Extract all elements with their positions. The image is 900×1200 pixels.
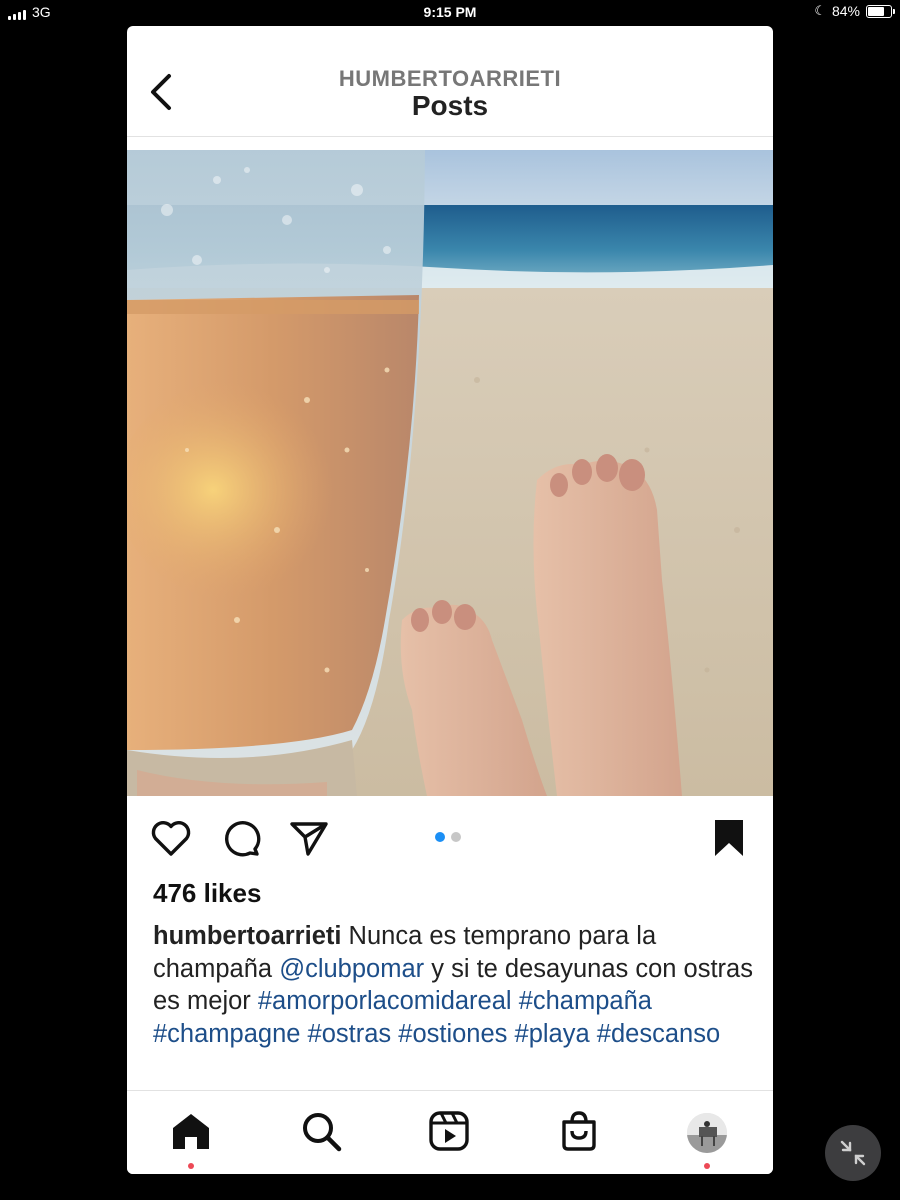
post-actions (127, 798, 773, 874)
hashtag[interactable]: #descanso (597, 1020, 720, 1048)
hashtag[interactable]: #champagne (153, 1020, 300, 1048)
like-button[interactable] (149, 816, 193, 860)
hashtag[interactable]: #playa (515, 1020, 590, 1048)
tab-reels[interactable] (427, 1109, 471, 1153)
profile-avatar (687, 1113, 727, 1153)
profile-notification-dot (704, 1163, 710, 1169)
beach-champagne-photo (127, 150, 773, 796)
moon-icon: ☾ (814, 3, 826, 18)
header-username[interactable]: HUMBERTOARRIETI (127, 66, 773, 92)
carousel-indicator (435, 832, 461, 842)
tab-shop[interactable] (557, 1109, 601, 1153)
post-header: HUMBERTOARRIETI Posts (127, 26, 773, 137)
tab-profile-avatar[interactable] (687, 1113, 727, 1153)
heart-icon (151, 821, 191, 856)
send-icon (290, 822, 328, 856)
carousel-dot (451, 832, 461, 842)
bottom-tab-bar (127, 1090, 773, 1174)
app-window: HUMBERTOARRIETI Posts 476 likes humberto… (127, 26, 773, 1174)
caption-username[interactable]: humbertoarrieti (153, 922, 341, 950)
hashtag[interactable]: #champaña (519, 987, 652, 1015)
post-photo[interactable] (127, 150, 773, 796)
home-icon (173, 1114, 209, 1149)
battery-icon (866, 4, 895, 18)
likes-count[interactable]: 476 likes (153, 878, 261, 909)
caption-mention[interactable]: @clubpomar (279, 955, 424, 983)
tab-search[interactable] (299, 1109, 343, 1153)
reels-icon (429, 1111, 469, 1151)
minimize-button[interactable] (825, 1125, 881, 1181)
post-caption: humbertoarrieti Nunca es temprano para l… (153, 920, 753, 1050)
carousel-dot (435, 832, 445, 842)
clock: 9:15 PM (423, 4, 477, 20)
status-bar: 3G 9:15 PM ☾ 84% (0, 0, 900, 24)
home-notification-dot (188, 1163, 194, 1169)
battery-percent: 84% (831, 3, 860, 19)
hashtag[interactable]: #ostiones (398, 1020, 507, 1048)
save-button[interactable] (707, 816, 751, 860)
tab-home[interactable] (169, 1109, 213, 1153)
page-title: Posts (411, 90, 489, 121)
hashtag[interactable]: #amorporlacomidareal (258, 987, 512, 1015)
status-right: ☾ 84% (814, 3, 895, 19)
share-button[interactable] (287, 816, 331, 860)
shop-icon (562, 1111, 596, 1151)
comment-button[interactable] (219, 816, 263, 860)
comment-icon (225, 821, 261, 857)
collapse-arrows-icon (840, 1140, 866, 1166)
bookmark-icon (715, 820, 743, 856)
hashtag[interactable]: #ostras (308, 1020, 392, 1048)
search-icon (303, 1113, 342, 1152)
